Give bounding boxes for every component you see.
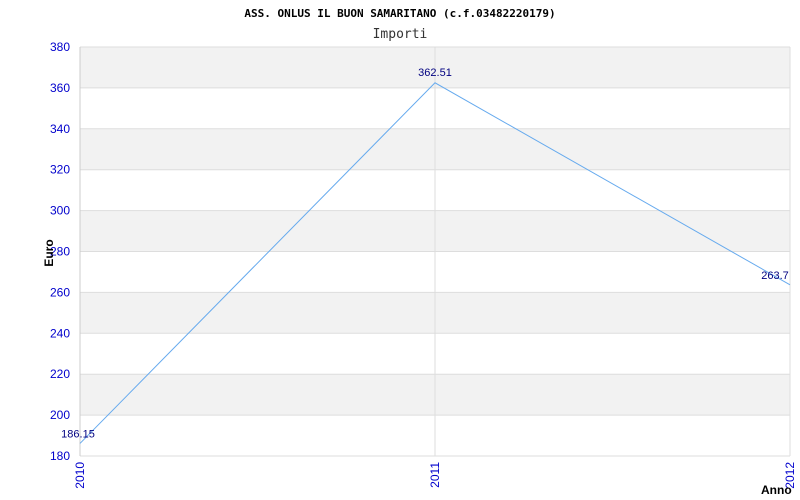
- y-tick-label: 300: [50, 204, 70, 218]
- x-tick-label: 2011: [428, 462, 442, 488]
- data-label: 362.51: [418, 67, 452, 79]
- y-tick-label: 200: [50, 408, 70, 422]
- chart-subtitle: Importi: [373, 27, 428, 42]
- line-chart: 180200220240260280300320340360380 2010 20…: [42, 7, 797, 497]
- y-tick-label: 360: [50, 81, 70, 95]
- data-label: 186.15: [61, 428, 95, 440]
- y-tick-label: 180: [50, 449, 70, 463]
- y-tick-label: 260: [50, 285, 70, 299]
- y-tick-label: 220: [50, 367, 70, 381]
- x-axis-label: Anno: [761, 483, 792, 497]
- y-axis-label: Euro: [42, 239, 56, 266]
- data-label: 263.7: [761, 270, 789, 282]
- x-tick-label: 2010: [73, 462, 87, 489]
- x-tick-labels: 2010 2011 2012: [73, 462, 797, 489]
- y-tick-label: 380: [50, 40, 70, 54]
- y-tick-label: 340: [50, 122, 70, 136]
- y-tick-label: 320: [50, 163, 70, 177]
- y-tick-label: 240: [50, 326, 70, 340]
- chart-title: ASS. ONLUS IL BUON SAMARITANO (c.f.03482…: [244, 7, 555, 20]
